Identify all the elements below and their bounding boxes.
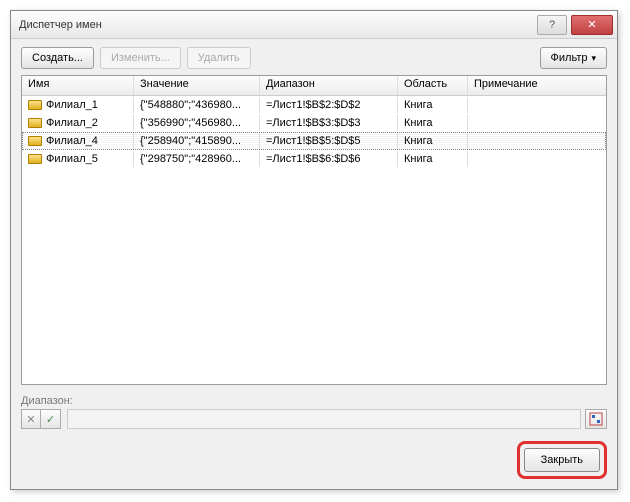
row-name: Филиал_5 [46,153,98,165]
table-row[interactable]: Филиал_4 {"258940";"415890...=Лист1!$B$5:… [22,132,606,150]
help-button[interactable]: ? [537,15,567,35]
table-row[interactable]: Филиал_5 {"298750";"428960...=Лист1!$B$6:… [22,150,606,168]
chevron-down-icon: ▾ [591,53,596,64]
close-highlight: Закрыть [517,441,607,479]
row-note [468,121,606,125]
names-list: Имя Значение Диапазон Область Примечание… [21,75,607,385]
window-close-button[interactable]: ✕ [571,15,613,35]
create-button[interactable]: Создать... [21,47,94,69]
table-row[interactable]: Филиал_1 {"548880";"436980...=Лист1!$B$2:… [22,96,606,114]
row-range: =Лист1!$B$2:$D$2 [260,97,398,113]
collapse-dialog-icon[interactable] [585,409,607,429]
col-note[interactable]: Примечание [468,76,606,95]
window-title: Диспетчер имен [19,19,537,31]
col-value[interactable]: Значение [134,76,260,95]
row-range: =Лист1!$B$5:$D$5 [260,133,398,149]
name-icon [28,100,42,110]
row-scope: Книга [398,115,468,131]
name-icon [28,118,42,128]
list-header: Имя Значение Диапазон Область Примечание [22,76,606,96]
toolbar: Создать... Изменить... Удалить Фильтр ▾ [21,47,607,69]
name-icon [28,136,42,146]
row-name: Филиал_2 [46,117,98,129]
close-button[interactable]: Закрыть [524,448,600,472]
row-value: {"298750";"428960... [134,151,260,167]
col-scope[interactable]: Область [398,76,468,95]
row-note [468,139,606,143]
name-icon [28,154,42,164]
col-name[interactable]: Имя [22,76,134,95]
row-scope: Книга [398,133,468,149]
accept-range-icon[interactable]: ✓ [41,409,61,429]
row-name: Филиал_4 [46,135,98,147]
titlebar: Диспетчер имен ? ✕ [11,11,617,39]
range-input [67,409,581,429]
row-value: {"548880";"436980... [134,97,260,113]
row-note [468,157,606,161]
col-range[interactable]: Диапазон [260,76,398,95]
table-row[interactable]: Филиал_2 {"356990";"456980...=Лист1!$B$3:… [22,114,606,132]
edit-button: Изменить... [100,47,181,69]
row-range: =Лист1!$B$6:$D$6 [260,151,398,167]
row-value: {"356990";"456980... [134,115,260,131]
cancel-range-icon[interactable]: ✕ [21,409,41,429]
delete-button: Удалить [187,47,251,69]
row-scope: Книга [398,97,468,113]
row-name: Филиал_1 [46,99,98,111]
filter-label: Фильтр [551,52,588,64]
range-label: Диапазон: [21,395,607,407]
name-manager-dialog: Диспетчер имен ? ✕ Создать... Изменить..… [10,10,618,490]
row-value: {"258940";"415890... [134,133,260,149]
list-body[interactable]: Филиал_1 {"548880";"436980...=Лист1!$B$2:… [22,96,606,384]
row-range: =Лист1!$B$3:$D$3 [260,115,398,131]
filter-button[interactable]: Фильтр ▾ [540,47,607,69]
row-note [468,103,606,107]
row-scope: Книга [398,151,468,167]
